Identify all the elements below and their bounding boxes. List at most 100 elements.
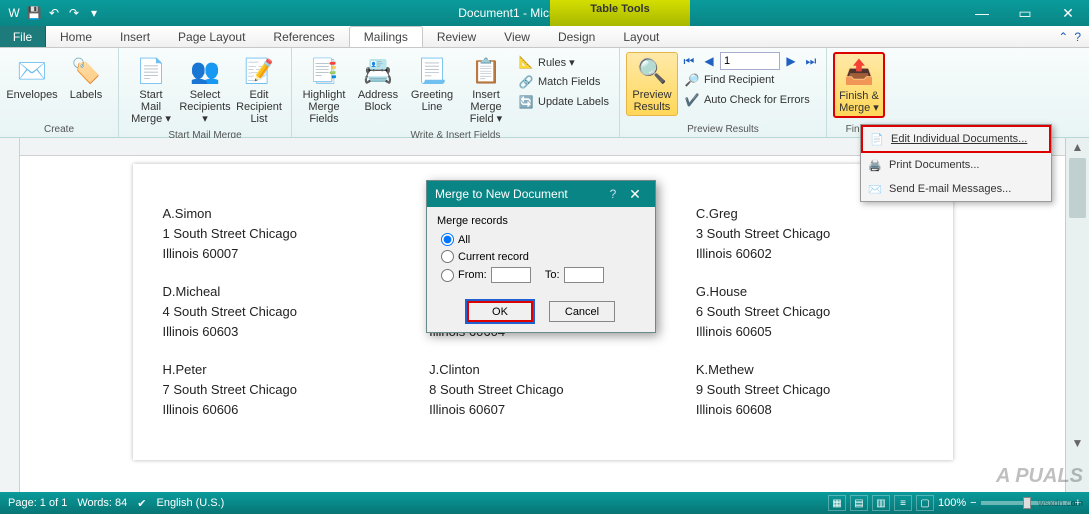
tab-references[interactable]: References — [259, 26, 348, 47]
redo-icon[interactable]: ↷ — [66, 5, 82, 21]
address-icon: 📇 — [362, 55, 394, 87]
edit-docs-icon: 📄 — [869, 131, 885, 147]
proofing-icon[interactable]: ✔ — [137, 497, 146, 510]
match-fields-button[interactable]: 🔗Match Fields — [514, 72, 613, 92]
insert-merge-field-button[interactable]: 📋Insert Merge Field ▾ — [460, 52, 512, 128]
merge-records-label: Merge records — [437, 215, 645, 227]
tab-design[interactable]: Design — [544, 26, 609, 47]
word-icon: W — [6, 5, 22, 21]
record: K.Methew9 South Street ChicagoIllinois 6… — [696, 360, 923, 420]
zoom-slider[interactable] — [981, 501, 1071, 505]
address-block-button[interactable]: 📇Address Block — [352, 52, 404, 116]
window-controls: — ▭ ✕ — [961, 0, 1089, 26]
print-icon: 🖨️ — [867, 157, 883, 173]
qat-customize-icon[interactable]: ▾ — [86, 5, 102, 21]
last-record-button[interactable]: ⏭ — [802, 52, 820, 70]
cancel-button[interactable]: Cancel — [549, 301, 615, 322]
minimize-button[interactable]: — — [961, 0, 1003, 26]
status-bar: Page: 1 of 1 Words: 84 ✔ English (U.S.) … — [0, 492, 1089, 514]
help-icon[interactable]: ? — [1074, 30, 1081, 44]
labels-button[interactable]: 🏷️Labels — [60, 52, 112, 104]
minimize-ribbon-icon[interactable]: ⌃ — [1058, 30, 1068, 44]
zoom-knob[interactable] — [1023, 497, 1031, 509]
maximize-button[interactable]: ▭ — [1004, 0, 1046, 26]
record: G.House6 South Street ChicagoIllinois 60… — [696, 282, 923, 342]
ok-button[interactable]: OK — [467, 301, 533, 322]
edit-list-icon: 📝 — [243, 55, 275, 87]
view-outline-button[interactable]: ≡ — [894, 495, 912, 511]
title-bar: W 💾 ↶ ↷ ▾ Document1 - Microsoft Word Tab… — [0, 0, 1089, 26]
record: A.Simon1 South Street ChicagoIllinois 60… — [163, 204, 390, 264]
vertical-ruler[interactable] — [0, 138, 20, 492]
edit-individual-documents-item[interactable]: 📄Edit Individual Documents... — [861, 125, 1051, 153]
status-language[interactable]: English (U.S.) — [156, 497, 224, 509]
greeting-line-button[interactable]: 📃Greeting Line — [406, 52, 458, 116]
view-print-layout-button[interactable]: ▦ — [828, 495, 846, 511]
tab-review[interactable]: Review — [423, 26, 490, 47]
start-mail-merge-button[interactable]: 📄Start Mail Merge ▾ — [125, 52, 177, 128]
save-icon[interactable]: 💾 — [26, 5, 42, 21]
email-icon: ✉️ — [867, 181, 883, 197]
group-write-insert: 📑Highlight Merge Fields 📇Address Block 📃… — [292, 48, 620, 137]
edit-recipient-list-button[interactable]: 📝Edit Recipient List — [233, 52, 285, 128]
tab-page-layout[interactable]: Page Layout — [164, 26, 259, 47]
rules-icon: 📐 — [518, 54, 534, 70]
recipients-icon: 👥 — [189, 55, 221, 87]
file-tab[interactable]: File — [0, 26, 46, 47]
tab-view[interactable]: View — [490, 26, 544, 47]
highlight-fields-button[interactable]: 📑Highlight Merge Fields — [298, 52, 350, 128]
radio-from-input[interactable] — [441, 269, 454, 282]
view-web-button[interactable]: ▥ — [872, 495, 890, 511]
find-recipient-button[interactable]: 🔎Find Recipient — [680, 70, 820, 90]
dialog-title-bar[interactable]: Merge to New Document ? ✕ — [427, 181, 655, 207]
status-page[interactable]: Page: 1 of 1 — [8, 497, 67, 509]
undo-icon[interactable]: ↶ — [46, 5, 62, 21]
radio-current[interactable]: Current record — [437, 248, 645, 265]
rules-button[interactable]: 📐Rules ▾ — [514, 52, 613, 72]
finish-merge-dropdown: 📄Edit Individual Documents... 🖨️Print Do… — [860, 124, 1052, 202]
tab-mailings[interactable]: Mailings — [349, 26, 423, 47]
status-words[interactable]: Words: 84 — [77, 497, 127, 509]
vertical-scrollbar[interactable]: ▲ ▼ — [1065, 138, 1089, 492]
next-record-button[interactable]: ▶ — [782, 52, 800, 70]
record-number-input[interactable] — [720, 52, 780, 70]
zoom-level[interactable]: 100% — [938, 497, 966, 509]
view-full-screen-button[interactable]: ▤ — [850, 495, 868, 511]
print-documents-item[interactable]: 🖨️Print Documents... — [861, 153, 1051, 177]
scroll-thumb[interactable] — [1069, 158, 1086, 218]
preview-results-button[interactable]: 🔍Preview Results — [626, 52, 678, 116]
dialog-title: Merge to New Document — [435, 187, 568, 201]
tab-insert[interactable]: Insert — [106, 26, 164, 47]
find-icon: 🔎 — [684, 72, 700, 88]
radio-current-input[interactable] — [441, 250, 454, 263]
to-input[interactable] — [564, 267, 604, 283]
auto-check-button[interactable]: ✔️Auto Check for Errors — [680, 90, 820, 110]
send-email-item[interactable]: ✉️Send E-mail Messages... — [861, 177, 1051, 201]
prev-record-button[interactable]: ◀ — [700, 52, 718, 70]
dialog-body: Merge records All Current record From: T… — [427, 207, 655, 293]
quick-access-toolbar: W 💾 ↶ ↷ ▾ — [0, 5, 108, 21]
dialog-help-button[interactable]: ? — [603, 187, 623, 201]
dialog-close-button[interactable]: ✕ — [623, 186, 647, 203]
select-recipients-button[interactable]: 👥Select Recipients ▾ — [179, 52, 231, 128]
tab-home[interactable]: Home — [46, 26, 106, 47]
tab-layout[interactable]: Layout — [609, 26, 673, 47]
from-input[interactable] — [491, 267, 531, 283]
radio-all[interactable]: All — [437, 231, 645, 248]
scroll-down-icon[interactable]: ▼ — [1066, 434, 1089, 452]
first-record-button[interactable]: ⏮ — [680, 52, 698, 70]
zoom-in-button[interactable]: + — [1075, 497, 1081, 509]
close-button[interactable]: ✕ — [1047, 0, 1089, 26]
radio-all-input[interactable] — [441, 233, 454, 246]
check-icon: ✔️ — [684, 92, 700, 108]
zoom-out-button[interactable]: − — [970, 497, 976, 509]
scroll-up-icon[interactable]: ▲ — [1066, 138, 1089, 156]
view-draft-button[interactable]: ▢ — [916, 495, 934, 511]
finish-merge-button[interactable]: 📤Finish & Merge ▾ — [833, 52, 885, 118]
radio-from[interactable]: From: To: — [437, 265, 645, 285]
highlight-icon: 📑 — [308, 55, 340, 87]
match-icon: 🔗 — [518, 74, 534, 90]
dialog-buttons: OK Cancel — [427, 293, 655, 332]
update-labels-button[interactable]: 🔄Update Labels — [514, 92, 613, 112]
envelopes-button[interactable]: ✉️Envelopes — [6, 52, 58, 104]
